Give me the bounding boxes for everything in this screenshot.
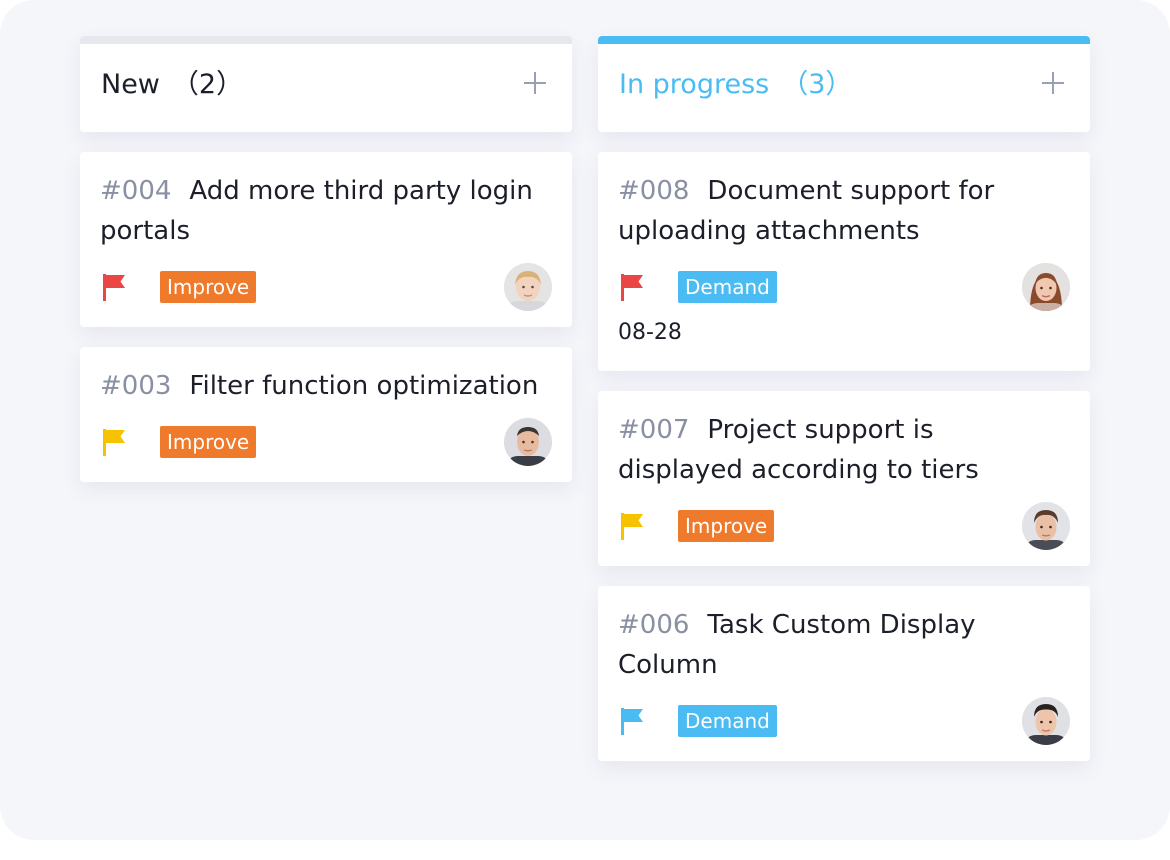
tag-badge: Improve (160, 426, 257, 458)
task-card[interactable]: #003 Filter function optimization Improve (80, 347, 572, 482)
card-title: #003 Filter function optimization (100, 366, 540, 406)
male-short-hair-avatar[interactable] (1022, 697, 1070, 745)
column-title: In progress （3） (619, 69, 853, 100)
tag-badge: Demand (678, 271, 777, 303)
card-id: #004 (100, 176, 172, 206)
column-count: （3） (781, 69, 853, 100)
female-avatar[interactable] (1022, 263, 1070, 311)
column-count: （2） (171, 69, 244, 100)
tag-badge: Demand (678, 705, 777, 737)
male-dark-hair-avatar[interactable] (1022, 502, 1070, 550)
card-title: #008 Document support for uploading attac… (618, 171, 1058, 251)
flag-icon[interactable] (101, 272, 129, 302)
card-title: #007 Project support is displayed accordi… (618, 410, 1058, 490)
male-bald-avatar[interactable] (504, 418, 552, 466)
card-id: #003 (100, 371, 172, 401)
column-header: New （2） (80, 36, 572, 132)
flag-icon[interactable] (619, 706, 647, 736)
flag-icon[interactable] (619, 272, 647, 302)
column-header: In progress （3） (598, 36, 1090, 132)
flag-icon[interactable] (619, 511, 647, 541)
card-meta: Improve (618, 502, 1070, 550)
column-new: New （2） #004 Add more third party login po… (80, 36, 572, 482)
card-meta: Improve (100, 263, 552, 311)
card-meta: Demand (618, 697, 1070, 745)
card-title: #004 Add more third party login portals (100, 171, 540, 251)
task-card[interactable]: #004 Add more third party login portals I… (80, 152, 572, 327)
column-status-bar (598, 36, 1090, 44)
task-card[interactable]: #008 Document support for uploading attac… (598, 152, 1090, 371)
male-blond-avatar[interactable] (504, 263, 552, 311)
task-card[interactable]: #007 Project support is displayed accordi… (598, 391, 1090, 566)
card-meta: Improve (100, 418, 552, 466)
card-meta: Demand (618, 263, 1070, 311)
card-title: #006 Task Custom Display Column (618, 605, 1058, 685)
plus-icon[interactable] (524, 72, 546, 94)
card-id: #006 (618, 610, 690, 640)
card-title-text: Filter function optimization (189, 371, 539, 401)
tag-badge: Improve (678, 510, 775, 542)
due-date: 08-28 (618, 320, 682, 345)
column-status-bar (80, 36, 572, 44)
card-id: #008 (618, 176, 690, 206)
kanban-board: New （2） #004 Add more third party login po… (0, 0, 1170, 840)
column-title: New （2） (101, 69, 244, 100)
task-card[interactable]: #006 Task Custom Display Column Demand (598, 586, 1090, 761)
column-in-progress: In progress （3） #008 Document support for … (598, 36, 1090, 761)
tag-badge: Improve (160, 271, 257, 303)
flag-icon[interactable] (101, 427, 129, 457)
card-id: #007 (618, 415, 690, 445)
plus-icon[interactable] (1042, 72, 1064, 94)
